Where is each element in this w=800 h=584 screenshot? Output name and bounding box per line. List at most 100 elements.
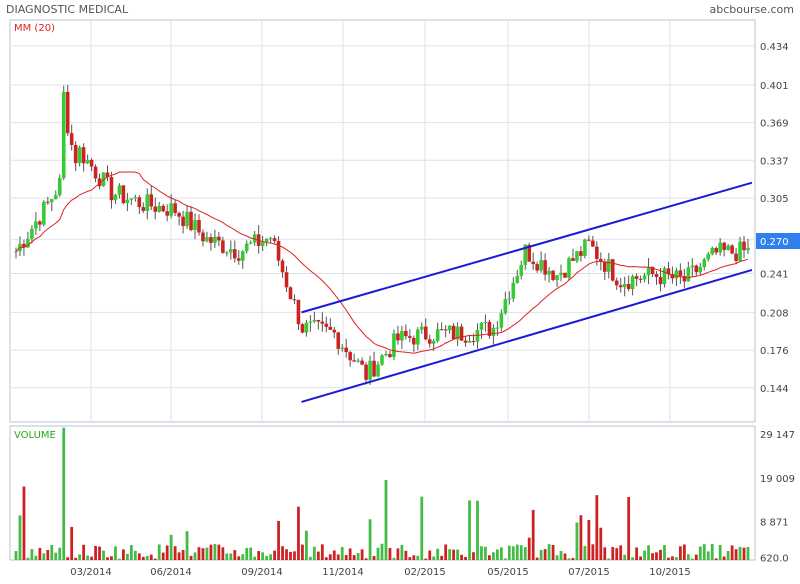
- candle-up: [117, 185, 122, 195]
- volume-bar: [177, 552, 181, 560]
- candle-up: [686, 267, 691, 282]
- volume-bar: [384, 480, 388, 560]
- volume-bar: [420, 496, 424, 560]
- candle-down: [89, 159, 94, 167]
- volume-bar: [265, 555, 269, 560]
- volume-bar: [285, 549, 288, 560]
- volume-bar: [133, 550, 137, 560]
- candle-down: [217, 236, 221, 241]
- volume-bar: [623, 554, 627, 560]
- candle-up: [308, 321, 313, 323]
- volume-bar: [436, 548, 440, 560]
- candle-up: [630, 276, 635, 290]
- candle-up: [229, 249, 233, 253]
- candle-down: [595, 246, 599, 259]
- candle-down: [332, 329, 337, 333]
- candle-up: [738, 241, 742, 261]
- x-tick-label: 06/2014: [150, 567, 192, 578]
- candle-down: [396, 333, 400, 341]
- volume-bar: [468, 500, 471, 560]
- stock-chart: DIAGNOSTIC MEDICAL abcbourse.com MM (20)…: [6, 3, 800, 578]
- candle-up: [555, 275, 559, 280]
- candle-up: [268, 238, 273, 240]
- candle-down: [201, 232, 205, 242]
- volume-bar: [555, 555, 559, 560]
- volume-bar: [511, 546, 515, 560]
- volume-y-axis: 29 147 19 009 8 871 620.0: [760, 430, 795, 564]
- volume-bar: [125, 554, 129, 560]
- volume-bar: [583, 545, 587, 560]
- candle-up: [547, 270, 551, 275]
- volume-bar: [58, 547, 62, 560]
- candle-up: [674, 270, 679, 279]
- volume-bar: [308, 556, 312, 560]
- candle-up: [583, 239, 587, 256]
- volume-bar: [698, 546, 702, 560]
- candle-down: [173, 203, 177, 213]
- volume-bar: [372, 556, 376, 560]
- volume-bar: [559, 550, 563, 560]
- candle-down: [463, 340, 468, 343]
- candle-down: [638, 278, 643, 280]
- volume-bar: [22, 486, 26, 560]
- candle-up: [368, 360, 372, 380]
- volume-bar: [722, 556, 726, 560]
- candle-down: [634, 276, 639, 279]
- candle-down: [364, 364, 368, 380]
- volume-bar: [316, 551, 320, 560]
- volume-bar: [523, 547, 527, 560]
- volume-bar: [388, 547, 392, 560]
- candle-up: [447, 325, 452, 331]
- volume-bar: [332, 550, 336, 560]
- candle-up: [169, 203, 173, 216]
- x-tick-label: 03/2014: [70, 567, 112, 578]
- volume-bar: [400, 544, 404, 560]
- volume-bar: [591, 544, 595, 560]
- candle-down: [427, 339, 432, 344]
- candle-down: [587, 239, 591, 241]
- volume-tick-label: 19 009: [760, 474, 795, 485]
- candle-up: [14, 251, 18, 253]
- candle-up: [376, 364, 380, 377]
- candle-down: [443, 329, 448, 331]
- candle-up: [662, 268, 667, 285]
- volume-bar: [82, 544, 86, 560]
- volume-bar: [619, 545, 623, 560]
- volume-bar: [408, 557, 412, 560]
- y-tick-label: 0.337: [760, 156, 789, 167]
- volume-bar: [690, 558, 694, 560]
- volume-bar: [527, 537, 531, 560]
- volume-bar: [726, 550, 730, 560]
- candle-up: [435, 329, 440, 341]
- source-label: abcbourse.com: [710, 3, 794, 16]
- volume-bar: [659, 549, 662, 560]
- volume-bar: [432, 556, 436, 560]
- candle-up: [539, 260, 543, 271]
- candle-up: [34, 221, 38, 229]
- volume-bar: [201, 548, 205, 560]
- volume-bar: [249, 547, 253, 560]
- volume-bar: [344, 555, 348, 560]
- candle-up: [503, 299, 508, 314]
- volume-bar: [229, 553, 233, 560]
- volume-bar: [352, 555, 356, 560]
- volume-bar: [635, 547, 639, 560]
- candle-up: [42, 201, 46, 225]
- candle-down: [543, 260, 547, 275]
- volume-bar: [488, 555, 491, 560]
- volume-bar: [448, 549, 452, 560]
- volume-bar: [34, 555, 38, 560]
- volume-bar: [647, 545, 650, 560]
- candle-down: [610, 259, 615, 281]
- candle-up: [642, 275, 647, 280]
- last-price-badge: 0.270: [756, 233, 800, 249]
- volume-bar: [185, 531, 189, 560]
- x-tick-label: 07/2015: [568, 567, 610, 578]
- volume-bar: [404, 550, 408, 560]
- volume-bar: [392, 557, 396, 560]
- x-tick-label: 11/2014: [322, 567, 364, 578]
- candle-down: [344, 347, 348, 353]
- candle-up: [416, 329, 420, 345]
- volume-bar: [706, 551, 710, 560]
- volume-bar: [452, 549, 456, 560]
